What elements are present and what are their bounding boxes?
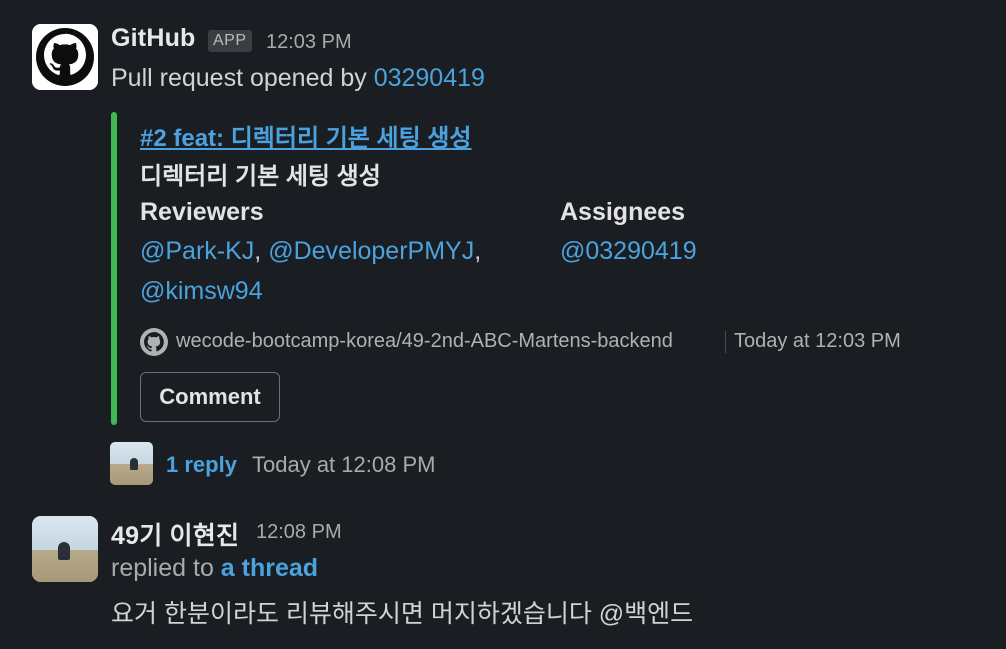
thread-link[interactable]: a thread	[221, 554, 318, 582]
footer-divider	[725, 331, 726, 353]
attachment-accent-bar	[111, 112, 117, 425]
sender-name[interactable]: 49기 이현진	[111, 516, 239, 552]
user-avatar[interactable]	[32, 516, 98, 582]
attachment-footer-time: Today at 12:03 PM	[734, 330, 901, 352]
app-badge: APP	[208, 30, 252, 52]
message-text: Pull request opened by 03290419	[111, 64, 485, 93]
message-timestamp[interactable]: 12:08 PM	[256, 521, 342, 544]
message-timestamp[interactable]: 12:03 PM	[266, 31, 352, 54]
github-avatar-icon[interactable]	[32, 24, 98, 90]
reviewer-link[interactable]: @Park-KJ	[140, 237, 254, 265]
reply-count-link[interactable]: 1 reply	[166, 452, 237, 478]
github-repo-icon	[140, 328, 168, 356]
replied-to-line: replied to a thread	[111, 554, 318, 583]
author-link[interactable]: 03290419	[374, 64, 485, 92]
message-text-prefix: Pull request opened by	[111, 64, 374, 92]
reply-last-time: Today at 12:08 PM	[252, 452, 436, 477]
reply-avatar[interactable]	[110, 442, 153, 485]
assignee-link[interactable]: @03290419	[560, 237, 697, 266]
repository-name[interactable]: wecode-bootcamp-korea/49-2nd-ABC-Martens…	[176, 330, 673, 353]
pull-request-title-link[interactable]: #2 feat: 디렉터리 기본 세팅 생성	[140, 118, 472, 153]
replied-prefix: replied to	[111, 554, 221, 582]
reviewers-label: Reviewers	[140, 198, 264, 226]
message-text: 요거 한분이라도 리뷰해주시면 머지하겠습니다 @백엔드	[111, 600, 694, 628]
reviewer-link[interactable]: @kimsw94	[140, 277, 263, 305]
comment-button[interactable]: Comment	[140, 372, 280, 422]
pull-request-description: 디렉터리 기본 세팅 생성	[140, 163, 381, 190]
reviewers-line-2: @kimsw94	[140, 277, 263, 306]
sender-name[interactable]: GitHub	[111, 24, 196, 53]
assignees-label: Assignees	[560, 198, 686, 226]
reviewer-link[interactable]: @DeveloperPMYJ	[268, 237, 474, 265]
reviewers-line-1: @Park-KJ, @DeveloperPMYJ,	[140, 237, 482, 265]
